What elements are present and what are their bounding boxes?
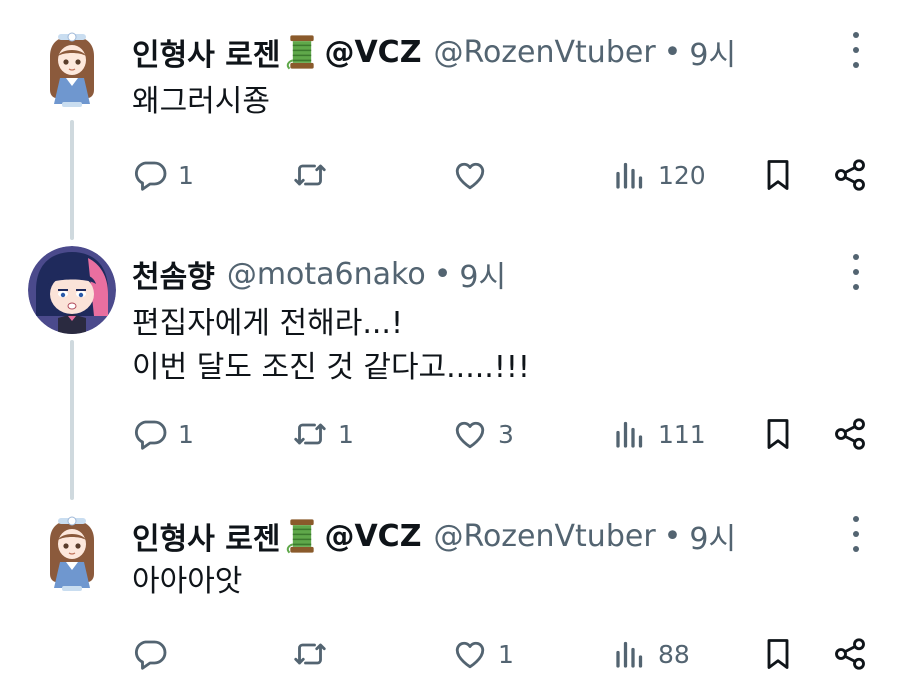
reply-icon	[132, 416, 168, 452]
views-button[interactable]: 88	[612, 632, 690, 676]
like-button[interactable]: 3	[452, 412, 514, 456]
display-name[interactable]: 천솜향	[132, 252, 215, 296]
share-icon	[832, 416, 868, 452]
reply-count: 1	[178, 160, 194, 190]
views-count: 120	[658, 160, 706, 190]
share-button[interactable]	[832, 632, 868, 676]
reply-icon	[132, 157, 168, 193]
more-icon[interactable]	[850, 516, 862, 552]
bookmark-button[interactable]	[760, 153, 796, 197]
retweet-count: 1	[338, 419, 354, 449]
username[interactable]: @mota6nako	[227, 257, 426, 292]
share-icon	[832, 157, 868, 193]
retweet-icon	[292, 416, 328, 452]
bookmark-icon	[760, 157, 796, 193]
more-icon[interactable]	[850, 32, 862, 68]
tweet-text: 왜그러시죵	[132, 84, 270, 119]
retweet-button[interactable]	[292, 632, 338, 676]
display-name[interactable]: 인형사 로젠	[132, 30, 280, 74]
avatar[interactable]	[28, 246, 116, 334]
bookmark-button[interactable]	[760, 412, 796, 456]
share-icon	[832, 636, 868, 672]
action-bar: 1 88	[0, 632, 900, 676]
like-button[interactable]	[452, 153, 498, 197]
avatar[interactable]	[28, 24, 116, 112]
views-icon	[612, 416, 648, 452]
reply-button[interactable]: 1	[132, 412, 194, 456]
heart-icon	[452, 636, 488, 672]
retweet-button[interactable]	[292, 153, 338, 197]
timestamp[interactable]: 9시	[689, 514, 736, 558]
views-count: 111	[658, 419, 706, 449]
reply-button[interactable]: 1	[132, 153, 194, 197]
heart-icon	[452, 416, 488, 452]
views-count: 88	[658, 639, 690, 669]
heart-icon	[452, 157, 488, 193]
tweet-text: 편집자에게 전해라...! 이번 달도 조진 것 같다고.....!!!	[132, 306, 530, 385]
reply-button[interactable]	[132, 632, 178, 676]
views-icon	[612, 157, 648, 193]
views-icon	[612, 636, 648, 672]
bookmark-icon	[760, 416, 796, 452]
tweet[interactable]: 천솜향 @mota6nako • 9시 편집자에게 전해라...! 이번 달도 …	[0, 246, 900, 476]
like-button[interactable]: 1	[452, 632, 514, 676]
display-name-suffix[interactable]: @VCZ	[324, 35, 421, 70]
share-button[interactable]	[832, 153, 868, 197]
retweet-icon	[292, 636, 328, 672]
tweet-header: 인형사 로젠 @VCZ @RozenVtuber • 9시	[132, 514, 736, 558]
like-count: 1	[498, 639, 514, 669]
retweet-icon	[292, 157, 328, 193]
views-button[interactable]: 111	[612, 412, 706, 456]
display-name[interactable]: 인형사 로젠	[132, 514, 280, 558]
share-button[interactable]	[832, 412, 868, 456]
reply-count: 1	[178, 419, 194, 449]
action-bar: 1 120	[0, 153, 900, 197]
thread-spool-icon	[282, 32, 322, 72]
tweet[interactable]: 인형사 로젠 @VCZ @RozenVtuber • 9시 아아아앗 1 88	[0, 508, 900, 688]
bookmark-button[interactable]	[760, 632, 796, 676]
display-name-suffix[interactable]: @VCZ	[324, 519, 421, 554]
tweet-text: 아아아앗	[132, 564, 243, 599]
bookmark-icon	[760, 636, 796, 672]
avatar[interactable]	[28, 508, 116, 596]
thread-spool-icon	[282, 516, 322, 556]
tweet-header: 인형사 로젠 @VCZ @RozenVtuber • 9시	[132, 30, 736, 74]
username[interactable]: @RozenVtuber	[433, 519, 655, 554]
separator: •	[663, 518, 682, 554]
action-bar: 1 1 3 111	[0, 412, 900, 456]
separator: •	[433, 256, 452, 292]
retweet-button[interactable]: 1	[292, 412, 354, 456]
separator: •	[663, 34, 682, 70]
more-icon[interactable]	[850, 254, 862, 290]
like-count: 3	[498, 419, 514, 449]
username[interactable]: @RozenVtuber	[433, 35, 655, 70]
views-button[interactable]: 120	[612, 153, 706, 197]
reply-icon	[132, 636, 168, 672]
timestamp[interactable]: 9시	[459, 252, 506, 296]
tweet[interactable]: 인형사 로젠 @VCZ @RozenVtuber • 9시 왜그러시죵 1 12…	[0, 24, 900, 220]
timestamp[interactable]: 9시	[689, 30, 736, 74]
tweet-header: 천솜향 @mota6nako • 9시	[132, 252, 506, 296]
